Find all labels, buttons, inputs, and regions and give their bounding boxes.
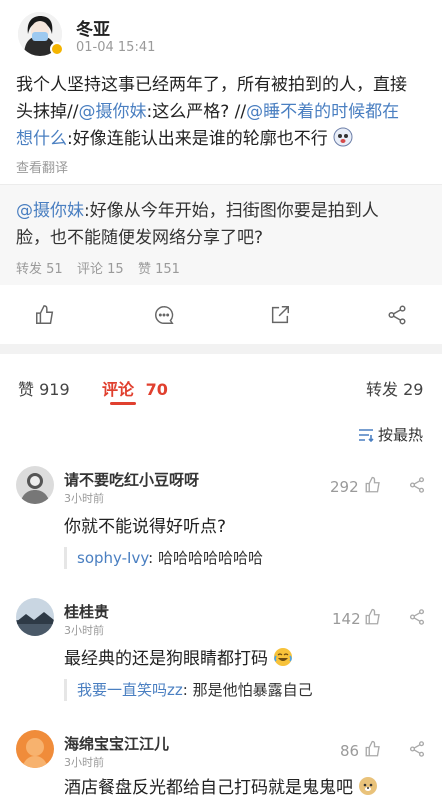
- verified-badge-icon: [50, 42, 64, 56]
- comment-text: 酒店餐盘反光都给自己打码就是鬼鬼吧: [64, 778, 353, 798]
- reply-user[interactable]: sophy-Ivy: [77, 549, 148, 567]
- comment-button[interactable]: [149, 300, 179, 330]
- post-text-3: :这么严格? //: [146, 102, 247, 122]
- commenter-avatar[interactable]: [16, 598, 54, 636]
- author-name[interactable]: 冬亚: [76, 15, 110, 40]
- mention-link[interactable]: @摄你妹: [78, 102, 146, 122]
- comment-text: 最经典的还是狗眼睛都打码: [64, 649, 268, 669]
- laughing-crying-emoji-icon: [273, 647, 293, 667]
- quoted-comment-count: 评论 15: [77, 262, 124, 277]
- post-time: 01-04 15:41: [76, 40, 156, 55]
- sort-button[interactable]: 按最热: [358, 424, 423, 446]
- comment-like-button[interactable]: [364, 608, 382, 630]
- commenter-name[interactable]: 海绵宝宝江江儿: [64, 733, 169, 754]
- sort-label: 按最热: [378, 426, 424, 444]
- reply-user[interactable]: 我要一直笑吗zz: [77, 681, 183, 699]
- repost-button[interactable]: [265, 300, 295, 330]
- comment-bubble-icon: [155, 306, 174, 324]
- quoted-text-1: :好像从今年开始，扫街图你要是拍到人: [84, 201, 379, 221]
- share-nodes-icon: [409, 477, 425, 493]
- ghost-emoji-icon: [333, 127, 353, 147]
- tab-likes[interactable]: 赞 919: [18, 376, 70, 400]
- thumbs-up-icon: [36, 305, 54, 324]
- comment-like-count: 86: [340, 742, 360, 760]
- tab-comments-count: 70: [145, 380, 168, 399]
- section-separator: [0, 344, 442, 354]
- doge-emoji-icon: [358, 776, 378, 796]
- post-body: 我个人坚持这事已经两年了，所有被拍到的人，直接 头抹掉//@摄你妹:这么严格? …: [16, 72, 436, 153]
- post-text-4: :好像连能认出来是谁的轮廓也不行: [67, 129, 328, 149]
- thumbs-up-icon: [365, 476, 380, 493]
- comment-share-button[interactable]: [408, 608, 426, 630]
- quoted-text-2: 脸，也不能随便发网络分享了吧?: [16, 228, 264, 248]
- comment-share-button[interactable]: [408, 476, 426, 498]
- reply-preview[interactable]: 我要一直笑吗zz: 那是他怕暴露自己: [64, 679, 313, 701]
- reply-preview[interactable]: sophy-Ivy: 哈哈哈哈哈哈哈: [64, 547, 263, 569]
- comment-share-button[interactable]: [408, 740, 426, 762]
- sort-icon: [358, 428, 374, 446]
- quoted-text: @摄你妹:好像从今年开始，扫街图你要是拍到人 脸，也不能随便发网络分享了吧?: [16, 198, 436, 252]
- comment-like-button[interactable]: [364, 476, 382, 498]
- share-nodes-icon: [409, 741, 425, 757]
- tab-comments[interactable]: 评论 70: [102, 376, 168, 400]
- reply-text: : 哈哈哈哈哈哈哈: [148, 549, 263, 567]
- post-text-2: 头抹掉//: [16, 102, 79, 122]
- translate-link[interactable]: 查看翻译: [16, 157, 68, 176]
- quoted-repost-count: 转发 51: [16, 262, 63, 277]
- share-nodes-icon: [409, 609, 425, 625]
- thumbs-up-icon: [365, 608, 380, 625]
- mention-link-cont[interactable]: 想什么: [16, 129, 67, 149]
- share-arrow-icon: [271, 306, 289, 324]
- share-nodes-icon: [388, 305, 406, 325]
- share-button[interactable]: [382, 300, 412, 330]
- comment-text-row: 酒店餐盘反光都给自己打码就是鬼鬼吧: [64, 773, 378, 798]
- like-button[interactable]: [30, 300, 60, 330]
- quoted-mention-link[interactable]: @摄你妹: [16, 201, 84, 221]
- comment-like-count: 142: [332, 610, 361, 628]
- thumbs-up-icon: [365, 740, 380, 757]
- quoted-like-count: 赞 151: [138, 262, 180, 277]
- comment-time: 3小时前: [64, 624, 104, 637]
- post-text-1: 我个人坚持这事已经两年了，所有被拍到的人，直接: [16, 75, 407, 95]
- comment-text-row: 最经典的还是狗眼睛都打码: [64, 644, 293, 669]
- tab-reposts[interactable]: 转发 29: [366, 376, 423, 400]
- tab-comments-underline: [110, 402, 136, 405]
- commenter-avatar[interactable]: [16, 730, 54, 768]
- commenter-avatar[interactable]: [16, 466, 54, 504]
- mention-link[interactable]: @睡不着的时候都在: [246, 102, 399, 122]
- comment-time: 3小时前: [64, 492, 104, 505]
- reply-text: : 那是他怕暴露自己: [182, 681, 313, 699]
- comment-like-button[interactable]: [364, 740, 382, 762]
- comment-like-count: 292: [330, 478, 359, 496]
- commenter-name[interactable]: 桂桂贵: [64, 601, 109, 622]
- comment-time: 3小时前: [64, 756, 104, 769]
- comment-text: 你就不能说得好听点?: [64, 517, 227, 537]
- tab-comments-label: 评论: [102, 380, 135, 399]
- commenter-name[interactable]: 请不要吃红小豆呀呀: [64, 469, 199, 490]
